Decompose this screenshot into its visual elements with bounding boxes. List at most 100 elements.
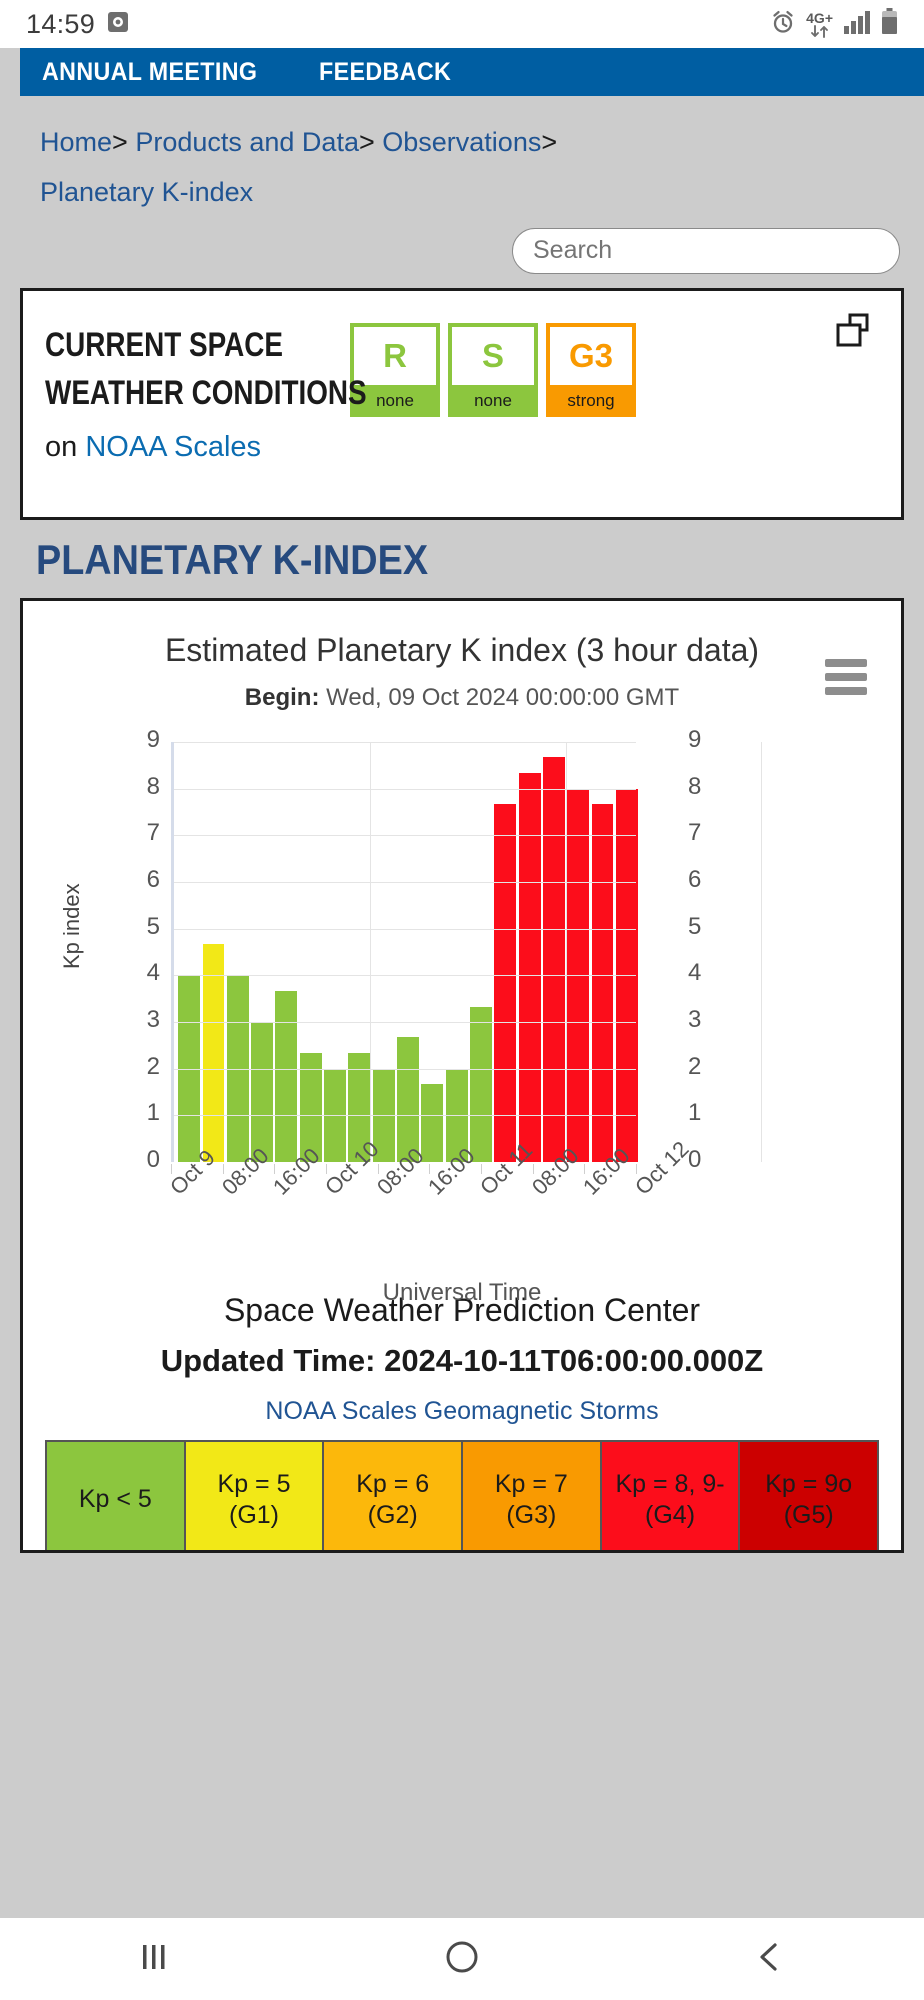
chart-y-tick: 4 (146, 959, 160, 987)
breadcrumb-item-products-and-data[interactable]: Products and Data (135, 127, 359, 157)
chart-gridline (174, 788, 636, 790)
chart-x-tickmark (584, 1164, 586, 1175)
scale-status-s: none (448, 384, 538, 417)
conditions-subtitle-prefix: on (45, 431, 78, 464)
chart-y-tick: 6 (688, 866, 702, 894)
chart-y-tick: 5 (688, 912, 702, 940)
breadcrumb-separator: > (112, 127, 128, 157)
chart-y-tick: 8 (146, 772, 160, 800)
chart-x-tickmark (481, 1164, 482, 1175)
chart-x-tickmark (377, 1164, 379, 1175)
chart-y-tick: 1 (688, 1099, 702, 1127)
screen-record-icon (107, 11, 129, 38)
chart-gridline (174, 928, 636, 930)
chart-gridline (174, 1022, 636, 1024)
chart-bar[interactable] (494, 804, 517, 1163)
chart-x-tickmark (636, 1164, 637, 1175)
chart-y-tick: 6 (146, 866, 160, 894)
noaa-scales-link[interactable]: NOAA Scales (85, 431, 261, 463)
chart-y-tick: 7 (146, 819, 160, 847)
chart-menu-icon[interactable] (825, 658, 867, 701)
chart-gridline-vertical (761, 742, 763, 1163)
chart-bar[interactable] (469, 1006, 492, 1163)
chart-bar[interactable] (518, 773, 541, 1163)
status-bar-left: 14:59 (26, 9, 129, 40)
search-box[interactable] (512, 227, 900, 274)
chart-plot: 00112233445566778899 (147, 726, 763, 1173)
breadcrumb-item-home[interactable]: Home (40, 127, 112, 157)
chart-x-tickmark (171, 1164, 172, 1175)
kp-legend-cell: Kp = 5 (G1) (185, 1442, 325, 1550)
kp-legend-cell: Kp = 9o (G5) (740, 1442, 878, 1550)
chart-subtitle-value: Wed, 09 Oct 2024 00:00:00 GMT (326, 684, 680, 712)
chart-y-tick: 5 (146, 912, 160, 940)
recents-button[interactable] (134, 1939, 174, 1980)
restore-window-icon[interactable] (835, 313, 875, 354)
breadcrumb-item-planetary-k-index[interactable]: Planetary K-index (40, 177, 253, 207)
chart-bar[interactable] (397, 1037, 419, 1163)
back-button[interactable] (750, 1937, 790, 1982)
chart-y-tick: 9 (688, 726, 702, 754)
chart-x-tickmark (326, 1164, 327, 1175)
chart-gridline (174, 1068, 636, 1070)
chart-x-tickmark (274, 1164, 276, 1175)
chart-y-tick: 0 (146, 1146, 160, 1174)
chart-x-tickmark (532, 1164, 534, 1175)
nav-item-feedback[interactable]: FEEDBACK (319, 58, 451, 87)
chart-x-tickmark (222, 1164, 224, 1175)
scale-letter-s: S (448, 322, 538, 385)
chart-bar[interactable] (542, 757, 565, 1163)
status-bar-right: 4G+ (770, 8, 898, 40)
chart-x-axis-label: Universal Time (382, 1279, 542, 1307)
chart-gridline (174, 975, 636, 977)
geomagnetic-storms-link[interactable]: NOAA Scales Geomagnetic Storms (23, 1397, 901, 1426)
kp-legend-cell: Kp = 7 (G3) (463, 1442, 602, 1550)
search-row (0, 227, 924, 288)
page-title: PLANETARY K-INDEX (36, 535, 429, 583)
scale-status-g: strong (546, 384, 636, 417)
chart-y-tick: 9 (146, 726, 160, 754)
chart-gridline (174, 882, 636, 884)
chart-plot-area: Kp index 00112233445566778899 Oct 9 08:00… (23, 724, 901, 1306)
battery-icon (881, 8, 898, 40)
scale-indicator-s[interactable]: S none (448, 322, 538, 417)
chart-bars (177, 742, 639, 1163)
status-bar-clock: 14:59 (26, 8, 96, 39)
scale-indicator-g[interactable]: G3 strong (546, 322, 636, 417)
scale-letter-g: G3 (546, 322, 636, 385)
chart-y-axis-label: Kp index (59, 883, 84, 970)
home-button[interactable] (442, 1937, 482, 1982)
chart-x-axis-ticks: Oct 9 08:00 16:00 Oct 10 08:00 16:00 Oct 11 08:… (165, 1136, 694, 1274)
android-navigation-bar (0, 1918, 924, 2000)
chart-gridline (174, 1115, 636, 1117)
search-input[interactable] (533, 236, 879, 266)
chart-bar[interactable] (202, 944, 225, 1163)
breadcrumb-item-observations[interactable]: Observations (382, 127, 541, 157)
signal-icon (843, 10, 871, 39)
noaa-scales-indicators: R none S none G3 strong (350, 322, 636, 417)
chart-y-tick: 2 (146, 1052, 160, 1080)
chart-y-tick: 7 (688, 819, 702, 847)
current-conditions-card: CURRENT SPACE WEATHER CONDITIONS on NOAA… (20, 287, 904, 520)
chart-y-tick: 1 (146, 1099, 160, 1127)
chart-y-tick: 8 (688, 772, 702, 800)
chart-card: Estimated Planetary K index (3 hour data… (20, 597, 904, 1553)
chart-bar[interactable] (275, 990, 298, 1163)
kp-legend-cell: Kp = 6 (G2) (324, 1442, 464, 1550)
chart-x-tick: Oct 12 (630, 1136, 694, 1200)
network-4g-icon: 4G+ (806, 11, 833, 38)
chart-y-tick: 3 (688, 1006, 702, 1034)
page-content: ANNUAL MEETING FEEDBACK Home> Products a… (0, 48, 924, 1918)
chart-title: Estimated Planetary K index (3 hour data… (164, 631, 760, 668)
chart-bar[interactable] (421, 1084, 444, 1163)
chart-bar[interactable] (251, 1022, 274, 1163)
chart-x-tickmark (429, 1164, 431, 1175)
kp-legend: Kp < 5 Kp = 5 (G1) Kp = 6 (G2) Kp = 7 (G3) K… (45, 1440, 879, 1550)
kp-legend-cell: Kp = 8, 9- (G4) (601, 1442, 741, 1550)
chart-gridline (174, 835, 636, 837)
chart-bar[interactable] (591, 804, 614, 1163)
alarm-icon (770, 9, 796, 40)
nav-item-annual-meeting[interactable]: ANNUAL MEETING (42, 58, 257, 87)
breadcrumb-separator: > (358, 127, 375, 157)
chart-y-tick: 2 (688, 1052, 702, 1080)
